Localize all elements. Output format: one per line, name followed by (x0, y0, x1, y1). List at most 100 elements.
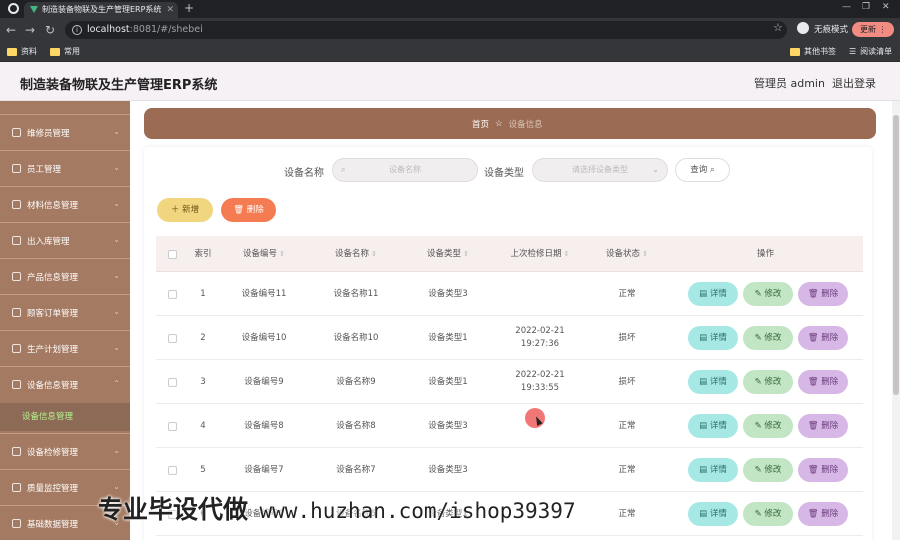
sidebar-item-label: 产品信息管理 (27, 272, 79, 283)
edit-button[interactable]: ✎ 修改 (743, 282, 793, 306)
header-name[interactable]: 设备名称 ⇕ (310, 236, 402, 272)
update-button[interactable]: 更新 ⋮ (852, 22, 894, 37)
header-index: 索引 (194, 249, 212, 259)
vue-logo-icon (30, 6, 38, 13)
document-icon: ▤ (699, 333, 710, 343)
edit-button[interactable]: ✎ 修改 (743, 458, 793, 482)
sidebar-item-product[interactable]: 产品信息管理 ⌄ (0, 258, 130, 294)
detail-button[interactable]: ▤ 详情 (688, 370, 738, 394)
row-checkbox[interactable] (167, 421, 177, 431)
detail-button[interactable]: ▤ 详情 (688, 282, 738, 306)
cell-type: 设备类型3 (428, 288, 468, 299)
sidebar-item-equipment[interactable]: 设备信息管理 ⌃ (0, 366, 130, 402)
content-panel: 设备名称 ⌕ 设备名称 设备类型 请选择设备类型 ⌄ 查询 ⌕ ＋ 新增 🗑 删… (144, 147, 872, 540)
delete-button[interactable]: 🗑 删除 (798, 414, 848, 438)
query-button[interactable]: 查询 ⌕ (675, 158, 730, 182)
edit-button[interactable]: ✎ 修改 (743, 502, 793, 526)
edit-button[interactable]: ✎ 修改 (743, 370, 793, 394)
row-checkbox[interactable] (167, 289, 177, 299)
logout-link[interactable]: 退出登录 (832, 75, 876, 91)
header-code[interactable]: 设备编号 ⇕ (218, 236, 310, 272)
row-checkbox[interactable] (167, 377, 177, 387)
detail-button[interactable]: ▤ 详情 (688, 458, 738, 482)
edit-button[interactable]: ✎ 修改 (743, 326, 793, 350)
select-all-cell (156, 236, 188, 272)
header-status[interactable]: 设备状态 ⇕ (586, 236, 668, 272)
sidebar-item-material[interactable]: 材料信息管理 ⌄ (0, 186, 130, 222)
url-field[interactable]: i localhost:8081/#/shebei (65, 21, 787, 39)
cell-type: 设备类型3 (428, 464, 468, 475)
folder-icon (50, 47, 60, 56)
trash-icon: 🗑 (807, 465, 822, 475)
header-date[interactable]: 上次检修日期 ⇕ (494, 236, 586, 272)
scroll-thumb[interactable] (893, 115, 899, 395)
batch-delete-button[interactable]: 🗑 删除 (221, 198, 276, 222)
info-icon[interactable]: i (72, 25, 82, 35)
sidebar-item-inspection[interactable]: 设备检修管理 ⌄ (0, 433, 130, 469)
delete-button[interactable]: 🗑 删除 (798, 326, 848, 350)
sidebar-item-orders[interactable]: 顾客订单管理 ⌄ (0, 294, 130, 330)
delete-button-label: 删除 (821, 421, 839, 431)
back-icon[interactable]: ← (6, 23, 16, 37)
cell-status: 正常 (618, 420, 636, 431)
table-row: 2 设备编号10 设备名称10 设备类型1 2022-02-21 19:27:36 损坏 ▤… (156, 316, 863, 360)
minimize-icon[interactable]: — (842, 2, 851, 12)
row-checkbox[interactable] (167, 333, 177, 343)
edit-button-label: 修改 (764, 465, 782, 475)
header-type[interactable]: 设备类型 ⇕ (402, 236, 494, 272)
close-window-icon[interactable]: ✕ (882, 2, 890, 12)
tab-title: 制造装备物联及生产管理ERP系统 (42, 5, 162, 14)
detail-button[interactable]: ▤ 详情 (688, 414, 738, 438)
add-button[interactable]: ＋ 新增 (157, 198, 213, 222)
user-icon (12, 164, 21, 173)
edit-button-label: 修改 (764, 333, 782, 343)
delete-button[interactable]: 🗑 删除 (798, 502, 848, 526)
browser-tab[interactable]: 制造装备物联及生产管理ERP系统 ✕ (24, 2, 178, 18)
sort-icon[interactable]: ⇕ (463, 250, 469, 258)
sort-icon[interactable]: ⇕ (564, 250, 570, 258)
sidebar-item-plan[interactable]: 生产计划管理 ⌄ (0, 330, 130, 366)
sort-icon[interactable]: ⇕ (279, 250, 285, 258)
device-name-input[interactable]: ⌕ 设备名称 (332, 158, 478, 182)
sort-icon[interactable]: ⇕ (642, 250, 648, 258)
sidebar-item-staff[interactable]: 员工管理 ⌄ (0, 150, 130, 186)
bookmark-folder[interactable]: 资料 (7, 46, 37, 57)
edit-button[interactable]: ✎ 修改 (743, 414, 793, 438)
other-bookmarks[interactable]: 其他书签 (790, 46, 836, 57)
list-icon (12, 380, 21, 389)
detail-button[interactable]: ▤ 详情 (688, 326, 738, 350)
detail-button-label: 详情 (709, 465, 727, 475)
bookmark-star-icon[interactable]: ☆ (773, 21, 783, 34)
delete-button-label: 删除 (821, 465, 839, 475)
select-all-checkbox[interactable] (167, 249, 177, 259)
sidebar-item-label: 基础数据管理 (27, 519, 79, 530)
cell-type: 设备类型1 (428, 376, 468, 387)
maximize-icon[interactable]: ❐ (862, 2, 870, 12)
reload-icon[interactable]: ↻ (45, 23, 55, 37)
sidebar-item-repairman[interactable]: 维修员管理 ⌄ (0, 114, 130, 150)
delete-button[interactable]: 🗑 删除 (798, 282, 848, 306)
bookmarks-bar: 资料 常用 其他书签 ☰ 阅读清单 (0, 42, 900, 62)
reading-list[interactable]: ☰ 阅读清单 (849, 46, 892, 57)
incognito-label: 无痕模式 (814, 25, 849, 35)
sidebar-subitem-equipment-active[interactable]: 设备信息管理 (0, 403, 130, 431)
table-row: 1 设备编号11 设备名称11 设备类型3 正常 ▤ 详情 ✎ 修改 🗑 删除 (156, 272, 863, 316)
sidebar-item-inout[interactable]: 出入库管理 ⌄ (0, 222, 130, 258)
bookmark-folder[interactable]: 常用 (50, 46, 80, 57)
page-scrollbar[interactable] (892, 101, 900, 540)
forward-icon[interactable]: → (25, 23, 35, 37)
delete-button[interactable]: 🗑 删除 (798, 458, 848, 482)
chevron-down-icon: ⌄ (113, 235, 120, 244)
device-type-select[interactable]: 请选择设备类型 ⌄ (532, 158, 668, 182)
new-tab-icon[interactable]: + (184, 1, 194, 15)
close-tab-icon[interactable]: ✕ (166, 2, 174, 18)
sort-icon[interactable]: ⇕ (371, 250, 377, 258)
breadcrumb-home[interactable]: 首页 (472, 118, 489, 130)
cell-date (494, 272, 586, 316)
pencil-icon: ✎ (754, 333, 765, 343)
watermark-url: www.huzhan.com/ishop39397 (259, 499, 576, 523)
delete-button[interactable]: 🗑 删除 (798, 370, 848, 394)
row-checkbox[interactable] (167, 465, 177, 475)
table-row: 4 设备编号8 设备名称8 设备类型3 正常 ▤ 详情 ✎ 修改 🗑 删除 (156, 404, 863, 448)
chevron-down-icon: ⌄ (113, 127, 120, 136)
